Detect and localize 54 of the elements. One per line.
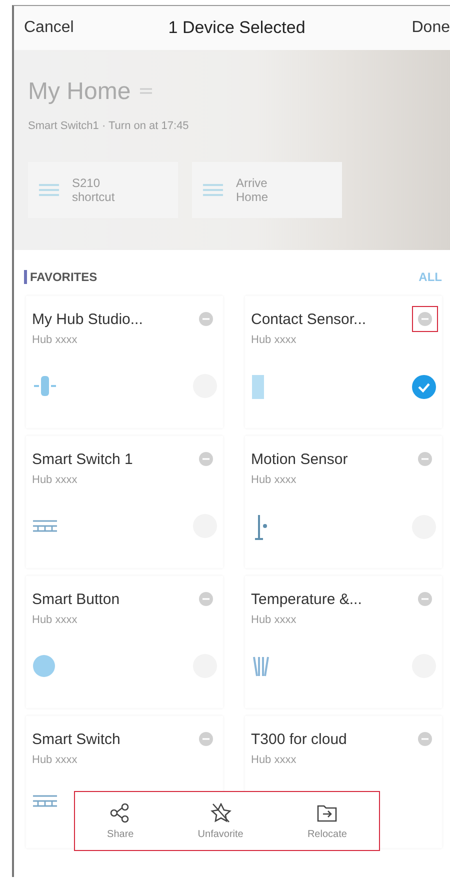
device-name: T300 for cloud bbox=[251, 730, 347, 748]
device-name: Smart Switch bbox=[32, 730, 120, 748]
remove-icon bbox=[198, 451, 214, 467]
hub-icon bbox=[32, 374, 58, 398]
device-subtitle: Hub xxxx bbox=[251, 614, 298, 626]
remove-icon bbox=[198, 731, 214, 747]
switch-icon bbox=[32, 794, 58, 808]
device-card[interactable]: My Hub Studio... Hub xxxx bbox=[26, 296, 223, 428]
remove-button[interactable] bbox=[412, 306, 438, 332]
device-card[interactable]: Contact Sensor... Hub xxxx bbox=[245, 296, 442, 428]
device-subtitle: Hub xxxx bbox=[32, 754, 78, 766]
folder-icon bbox=[316, 802, 338, 822]
shortcut-label: Arrive Home bbox=[236, 176, 268, 204]
remove-icon bbox=[198, 591, 214, 607]
section-title: FAVORITES bbox=[24, 270, 98, 284]
device-subtitle: Hub xxxx bbox=[251, 754, 298, 766]
thermometer-icon bbox=[251, 655, 271, 677]
home-subtitle: Smart Switch1 · Turn on at 17:45 bbox=[28, 120, 190, 132]
sensor-icon bbox=[251, 374, 265, 400]
share-icon bbox=[109, 802, 132, 822]
select-checkbox[interactable] bbox=[412, 375, 436, 399]
remove-icon bbox=[417, 731, 433, 747]
home-name: My Home bbox=[28, 78, 131, 106]
device-subtitle: Hub xxxx bbox=[32, 334, 78, 346]
device-subtitle: Hub xxxx bbox=[251, 334, 298, 346]
list-icon bbox=[202, 182, 224, 198]
action-button[interactable]: Relocate bbox=[307, 802, 347, 840]
device-name: Temperature &... bbox=[251, 590, 362, 608]
device-name: Smart Switch 1 bbox=[32, 450, 133, 468]
device-name: Contact Sensor... bbox=[251, 310, 366, 328]
remove-icon bbox=[417, 311, 433, 327]
remove-icon bbox=[417, 591, 433, 607]
shortcut-label: S210 shortcut bbox=[72, 176, 115, 204]
menu-icon bbox=[138, 87, 153, 97]
device-subtitle: Hub xxxx bbox=[32, 614, 78, 626]
device-name: Motion Sensor bbox=[251, 450, 348, 468]
switch-icon bbox=[32, 519, 58, 533]
device-name: My Hub Studio... bbox=[32, 310, 143, 328]
list-icon bbox=[38, 182, 60, 198]
star-icon bbox=[210, 802, 232, 822]
device-subtitle: Hub xxxx bbox=[251, 474, 298, 486]
device-card[interactable]: Smart Button Hub xxxx bbox=[26, 576, 223, 708]
page-title: 1 Device Selected bbox=[168, 18, 306, 38]
round-button-icon bbox=[32, 654, 56, 678]
cancel-button[interactable]: Cancel bbox=[24, 19, 74, 37]
device-card[interactable]: Smart Switch 1 Hub xxxx bbox=[26, 436, 223, 568]
device-card[interactable]: Temperature &... Hub xxxx bbox=[245, 576, 442, 708]
device-name: Smart Button bbox=[32, 590, 120, 608]
remove-icon bbox=[198, 311, 214, 327]
action-button[interactable]: Share bbox=[107, 802, 134, 840]
remove-icon bbox=[417, 451, 433, 467]
device-subtitle: Hub xxxx bbox=[32, 474, 78, 486]
done-button[interactable]: Done bbox=[412, 19, 450, 37]
device-card[interactable]: Motion Sensor Hub xxxx bbox=[245, 436, 442, 568]
